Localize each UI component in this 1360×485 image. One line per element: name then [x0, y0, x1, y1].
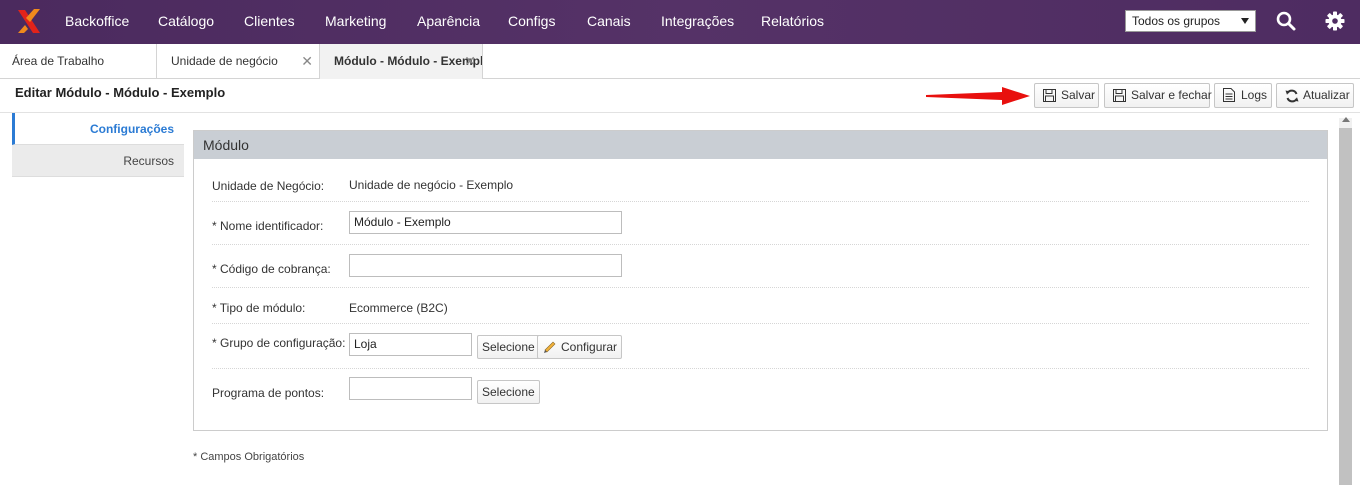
tab-label: Unidade de negócio — [171, 54, 278, 68]
top-navbar: Backoffice Catálogo Clientes Marketing A… — [0, 0, 1360, 44]
grupo-selecione-button[interactable]: Selecione — [477, 335, 540, 359]
logs-button[interactable]: Logs — [1214, 83, 1272, 108]
group-select[interactable]: Todos os grupos — [1125, 10, 1256, 32]
close-icon[interactable]: ✕ — [301, 44, 313, 78]
refresh-icon — [1285, 89, 1299, 103]
configurar-button[interactable]: Configurar — [537, 335, 623, 359]
codigo-label: * Código de cobrança: — [212, 262, 331, 276]
nav-marketing[interactable]: Marketing — [325, 0, 386, 44]
tipo-value: Ecommerce (B2C) — [349, 301, 448, 315]
nome-identificador-input[interactable]: Módulo - Exemplo — [349, 211, 622, 234]
grupo-configuracao-input[interactable]: Loja — [349, 333, 472, 356]
tab-modulo[interactable]: Módulo - Módulo - Exemplo ✕ — [319, 44, 483, 79]
pontos-label: Programa de pontos: — [212, 386, 325, 400]
scroll-up-arrow-icon[interactable] — [1342, 117, 1350, 122]
page-title: Editar Módulo - Módulo - Exemplo — [15, 85, 226, 100]
floppy-disk-icon — [1043, 89, 1056, 102]
nav-clientes[interactable]: Clientes — [244, 0, 295, 44]
close-icon[interactable]: ✕ — [464, 44, 476, 78]
document-icon — [1223, 88, 1235, 102]
save-button[interactable]: Salvar — [1034, 83, 1099, 108]
nav-configs[interactable]: Configs — [508, 0, 555, 44]
row-divider — [212, 368, 1309, 369]
row-divider — [212, 287, 1309, 288]
required-fields-note: * Campos Obrigatórios — [193, 451, 305, 463]
nome-label: * Nome identificador: — [212, 219, 324, 233]
programa-pontos-input[interactable] — [349, 377, 472, 400]
nav-aparencia[interactable]: Aparência — [417, 0, 480, 44]
row-divider — [212, 201, 1309, 202]
nav-relatorios[interactable]: Relatórios — [761, 0, 824, 44]
left-menu: Configurações Recursos — [12, 113, 184, 177]
gear-icon[interactable] — [1324, 10, 1346, 32]
tab-bar: Área de Trabalho Unidade de negócio ✕ Mó… — [0, 44, 1360, 79]
configurar-label: Configurar — [561, 340, 618, 354]
refresh-button[interactable]: Atualizar — [1276, 83, 1354, 108]
unidade-value: Unidade de negócio - Exemplo — [349, 178, 514, 192]
tab-label: Módulo - Módulo - Exemplo — [334, 54, 483, 68]
logs-label: Logs — [1241, 88, 1268, 102]
row-divider — [212, 244, 1309, 245]
chevron-down-icon — [1241, 18, 1249, 24]
row-divider — [212, 323, 1309, 324]
nav-integracoes[interactable]: Integrações — [661, 0, 734, 44]
logo-icon[interactable] — [14, 6, 44, 36]
refresh-label: Atualizar — [1303, 88, 1350, 102]
pencil-icon — [544, 341, 556, 353]
red-arrow-annotation — [926, 87, 1030, 105]
left-menu-item-recursos[interactable]: Recursos — [12, 145, 184, 177]
nav-catalogo[interactable]: Catálogo — [158, 0, 214, 44]
left-menu-item-configuracoes[interactable]: Configurações — [12, 113, 184, 145]
group-select-value: Todos os grupos — [1132, 14, 1221, 28]
tab-unidade-de-negocio[interactable]: Unidade de negócio ✕ — [157, 44, 320, 79]
panel-title: Módulo — [194, 131, 1327, 159]
search-icon[interactable] — [1275, 10, 1297, 32]
page-header: Editar Módulo - Módulo - Exemplo Salvar … — [0, 79, 1360, 113]
scrollbar-thumb[interactable] — [1339, 128, 1352, 485]
unidade-label: Unidade de Negócio: — [212, 179, 325, 193]
nav-backoffice[interactable]: Backoffice — [65, 0, 129, 44]
nav-canais[interactable]: Canais — [587, 0, 631, 44]
tab-label: Área de Trabalho — [12, 54, 105, 68]
codigo-cobranca-input[interactable] — [349, 254, 622, 277]
grupo-label: * Grupo de configuração: — [212, 336, 346, 350]
floppy-disk-icon — [1113, 89, 1126, 102]
module-panel: Módulo Unidade de Negócio: Unidade de ne… — [193, 130, 1328, 431]
save-label: Salvar — [1061, 88, 1096, 102]
save-and-close-button[interactable]: Salvar e fechar — [1104, 83, 1212, 108]
pontos-selecione-button[interactable]: Selecione — [477, 380, 540, 404]
tab-area-de-trabalho[interactable]: Área de Trabalho — [0, 44, 157, 79]
save-and-close-label: Salvar e fechar — [1131, 88, 1212, 102]
tipo-label: * Tipo de módulo: — [212, 301, 306, 315]
